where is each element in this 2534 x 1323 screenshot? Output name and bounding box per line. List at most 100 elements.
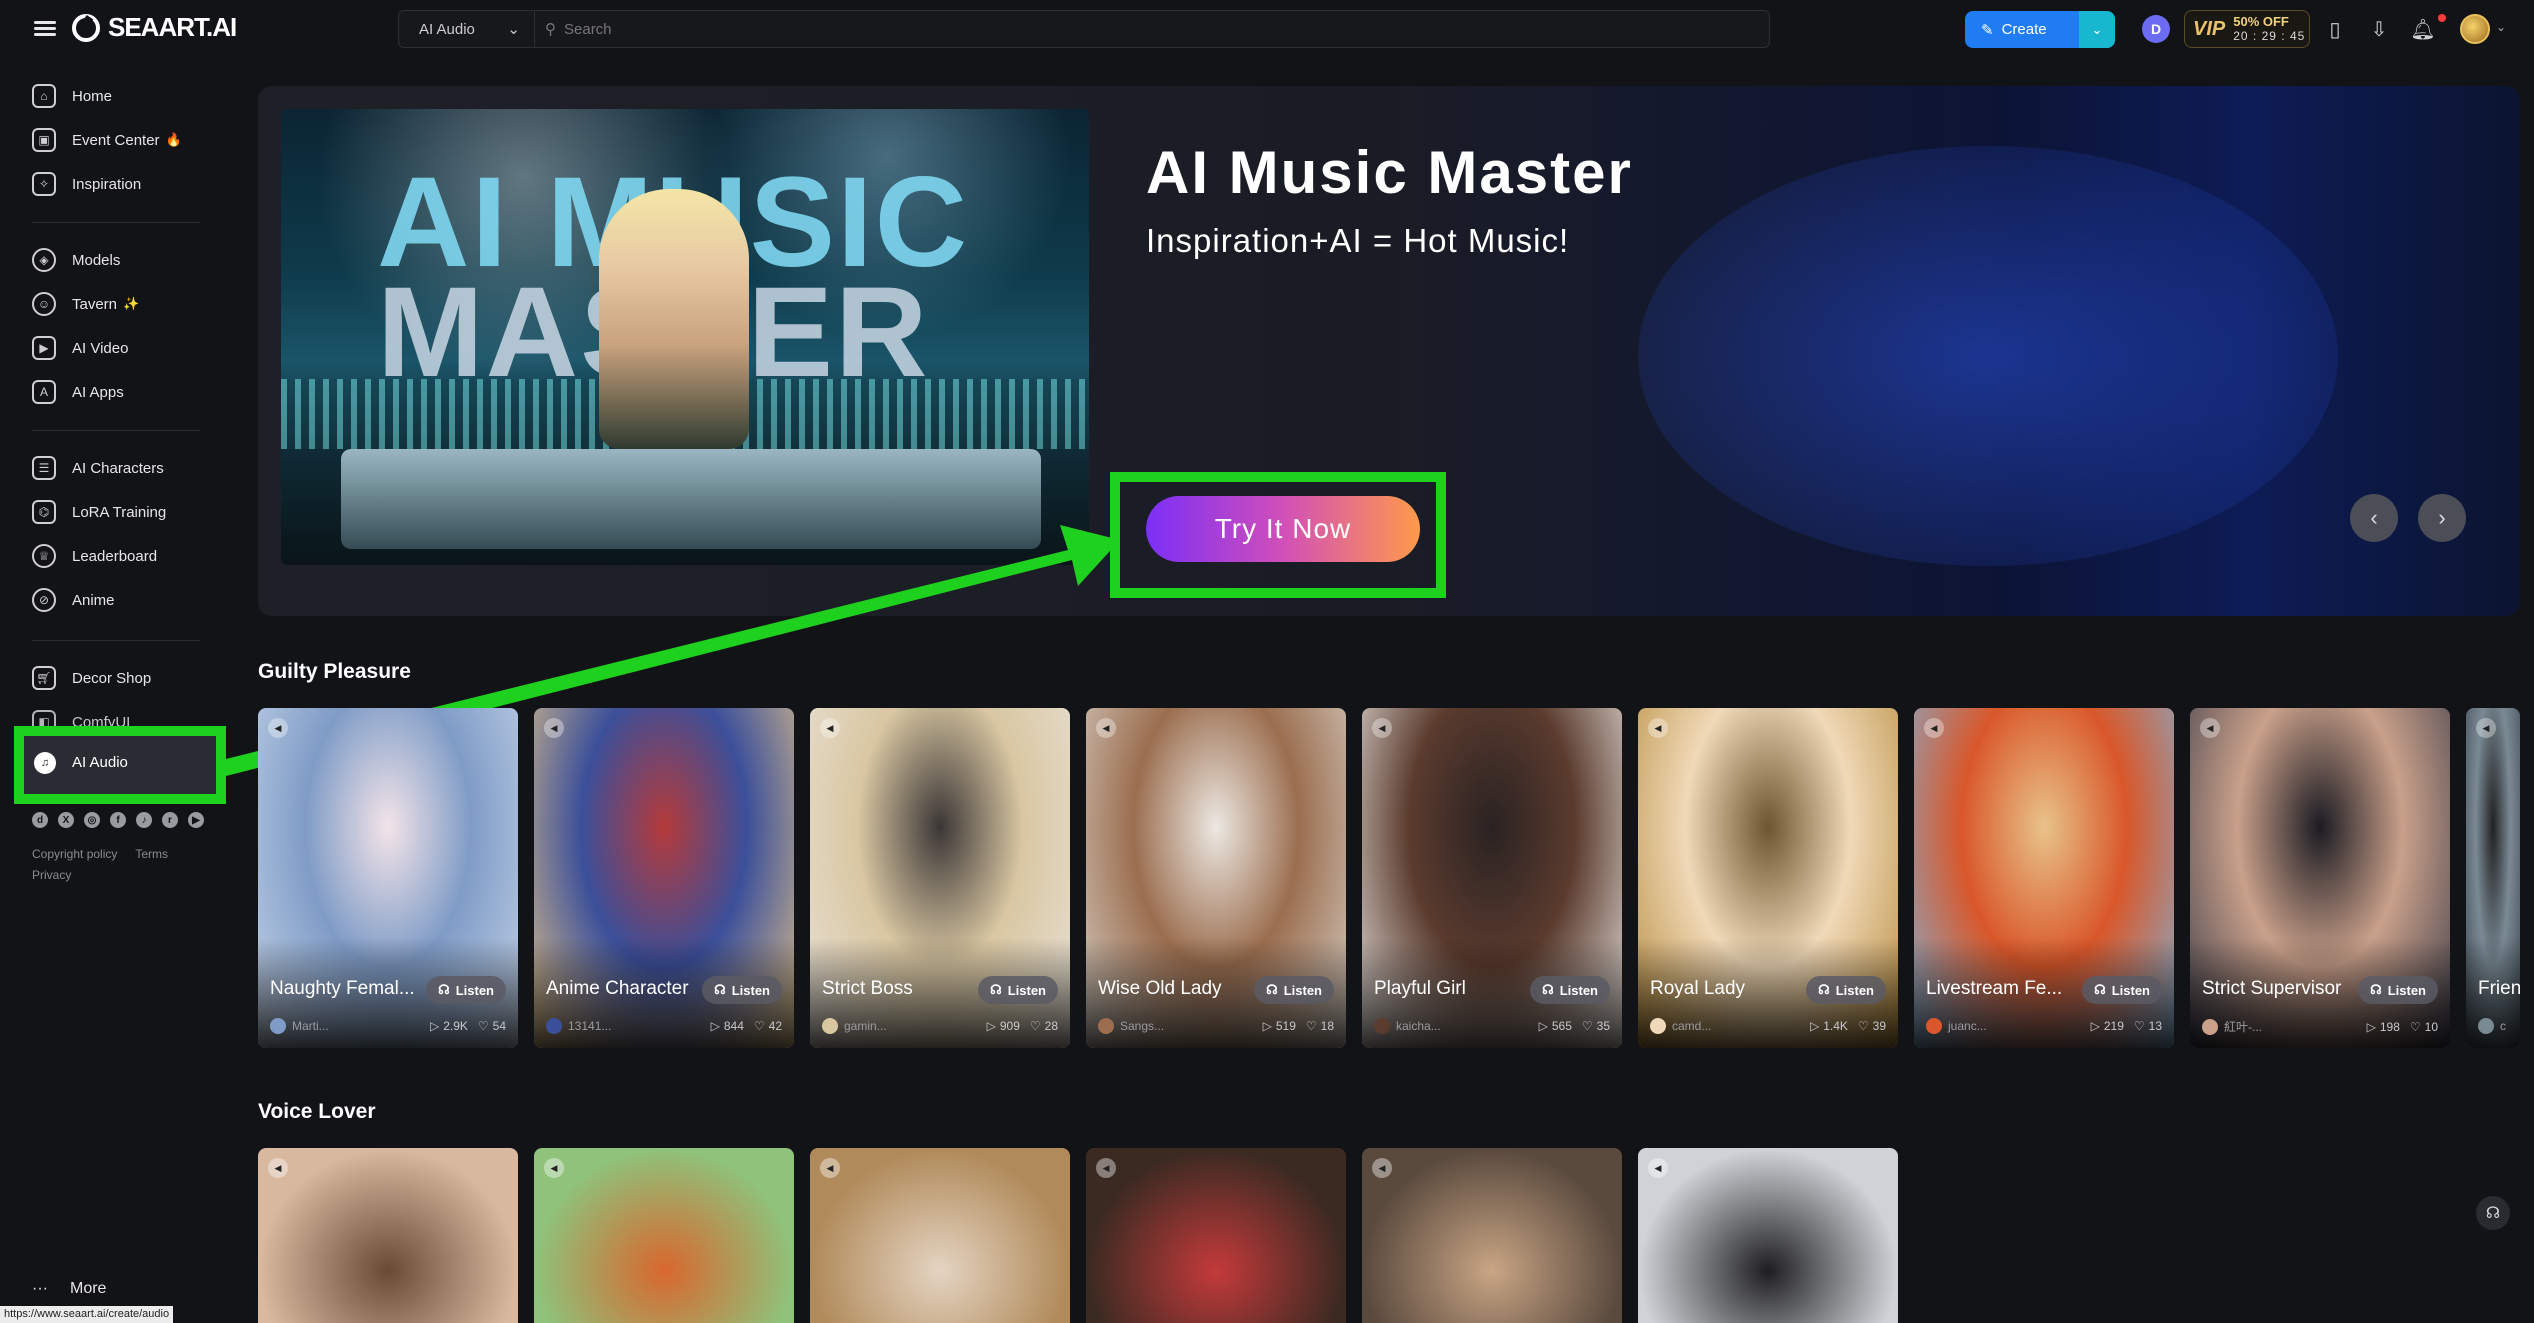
character-card[interactable]: ◀ Livestream Fe... ☊ Listen juanc... ▷ 219 ♡ 13 <box>1914 708 2174 1048</box>
card-meta: gamin... ▷ 909 ♡ 28 <box>822 1018 1058 1034</box>
play-icon: ▷ <box>710 1019 720 1033</box>
voice-card[interactable]: ◀ <box>1638 1148 1898 1323</box>
card-name: Wise Old Lady <box>1098 978 1222 999</box>
listen-button[interactable]: ☊ Listen <box>1806 976 1886 1004</box>
speaker-icon: ◀ <box>1372 718 1392 738</box>
voice-card[interactable]: ◀ <box>534 1148 794 1323</box>
speaker-icon: ◀ <box>268 1158 288 1178</box>
listen-label: Listen <box>1283 982 1322 998</box>
headphones-icon: ☊ <box>2370 982 2382 997</box>
card-author: Marti... <box>292 1019 329 1033</box>
listen-button[interactable]: ☊ Listen <box>2082 976 2162 1004</box>
heart-icon: ♡ <box>2133 1019 2145 1033</box>
like-count: 39 <box>1872 1019 1886 1033</box>
author-avatar <box>1098 1018 1114 1034</box>
like-count: 28 <box>1044 1019 1058 1033</box>
play-icon: ▷ <box>1809 1019 1820 1033</box>
speaker-icon: ◀ <box>2476 718 2496 738</box>
card-meta: kaicha... ▷ 565 ♡ 35 <box>1374 1018 1610 1034</box>
play-count: 1.4K <box>1823 1019 1848 1033</box>
support-icon[interactable]: ☊ <box>2476 1196 2510 1230</box>
play-icon: ▷ <box>1538 1019 1548 1033</box>
card-name: Royal Lady <box>1650 978 1746 999</box>
heart-icon: ♡ <box>1857 1019 1869 1033</box>
listen-label: Listen <box>1007 982 1046 998</box>
card-author: camd... <box>1672 1019 1712 1033</box>
section-title-voice-lover: Voice Lover <box>258 1100 376 1123</box>
listen-button[interactable]: ☊ Listen <box>702 976 782 1004</box>
headphones-icon: ☊ <box>438 982 450 997</box>
voice-card[interactable]: ◀ <box>258 1148 518 1323</box>
play-icon: ▷ <box>986 1019 996 1033</box>
character-card[interactable]: ◀ Naughty Femal... ☊ Listen Marti... ▷ 2.9K ♡ 54 <box>258 708 518 1048</box>
card-meta: camd... ▷ 1.4K ♡ 39 <box>1650 1018 1886 1034</box>
speaker-icon: ◀ <box>1648 718 1668 738</box>
play-icon: ▷ <box>2090 1019 2100 1033</box>
speaker-icon: ◀ <box>1924 718 1944 738</box>
headphones-icon: ☊ <box>1542 982 1554 997</box>
card-author: c <box>2500 1019 2506 1033</box>
card-author: 13141... <box>568 1019 612 1033</box>
headphones-icon: ☊ <box>990 982 1002 997</box>
play-icon: ▷ <box>1262 1019 1272 1033</box>
card-name: Anime Character <box>546 978 689 999</box>
like-count: 42 <box>768 1019 782 1033</box>
card-author: juanc... <box>1948 1019 1987 1033</box>
card-name: Strict Boss <box>822 978 913 999</box>
play-icon: ▷ <box>429 1019 440 1033</box>
voice-card[interactable]: ◀ <box>1362 1148 1622 1323</box>
heart-icon: ♡ <box>1305 1019 1317 1033</box>
play-count: 519 <box>1275 1019 1296 1033</box>
character-card[interactable]: ◀ Strict Supervisor ☊ Listen 紅叶-... ▷ 198 ♡ 10 <box>2190 708 2450 1048</box>
speaker-icon: ◀ <box>1372 1158 1392 1178</box>
card-meta: juanc... ▷ 219 ♡ 13 <box>1926 1018 2162 1034</box>
speaker-icon: ◀ <box>820 1158 840 1178</box>
character-card[interactable]: ◀ Royal Lady ☊ Listen camd... ▷ 1.4K ♡ 39 <box>1638 708 1898 1048</box>
headphones-icon: ☊ <box>2094 982 2106 997</box>
speaker-icon: ◀ <box>1096 1158 1116 1178</box>
speaker-icon: ◀ <box>268 718 288 738</box>
character-card[interactable]: ◀ Wise Old Lady ☊ Listen Sangs... ▷ 519 ♡ 18 <box>1086 708 1346 1048</box>
listen-label: Listen <box>2387 982 2426 998</box>
card-author: 紅叶-... <box>2224 1020 2262 1034</box>
character-card[interactable]: ◀ Playful Girl ☊ Listen kaicha... ▷ 565 ♡ 35 <box>1362 708 1622 1048</box>
card-meta: Marti... ▷ 2.9K ♡ 54 <box>270 1018 506 1034</box>
listen-button[interactable]: ☊ Listen <box>978 976 1058 1004</box>
author-avatar <box>1926 1018 1942 1034</box>
author-avatar <box>546 1018 562 1034</box>
play-count: 844 <box>723 1019 744 1033</box>
listen-label: Listen <box>1835 982 1874 998</box>
character-card[interactable]: ◀ Anime Character ☊ Listen 13141... ▷ 844 ♡ 42 <box>534 708 794 1048</box>
like-count: 18 <box>1320 1019 1334 1033</box>
play-count: 565 <box>1551 1019 1572 1033</box>
character-card[interactable]: ◀ Frien c <box>2466 708 2520 1048</box>
like-count: 10 <box>2424 1019 2438 1034</box>
status-bar-url: https://www.seaart.ai/create/audio <box>0 1306 174 1323</box>
voice-card[interactable]: ◀ <box>810 1148 1070 1323</box>
character-card[interactable]: ◀ Strict Boss ☊ Listen gamin... ▷ 909 ♡ 28 <box>810 708 1070 1048</box>
speaker-icon: ◀ <box>544 718 564 738</box>
voice-card[interactable]: ◀ <box>1086 1148 1346 1323</box>
listen-button[interactable]: ☊ Listen <box>1530 976 1610 1004</box>
card-name: Livestream Fe... <box>1926 978 2063 999</box>
author-avatar <box>1374 1018 1390 1034</box>
card-author: gamin... <box>844 1019 887 1033</box>
play-count: 2.9K <box>443 1019 468 1033</box>
speaker-icon: ◀ <box>820 718 840 738</box>
card-meta: 13141... ▷ 844 ♡ 42 <box>546 1018 782 1034</box>
headphones-icon: ☊ <box>1266 982 1278 997</box>
heart-icon: ♡ <box>477 1019 489 1033</box>
section-title-guilty-pleasure: Guilty Pleasure <box>258 660 411 683</box>
author-avatar <box>2478 1018 2494 1034</box>
headphones-icon: ☊ <box>714 982 726 997</box>
speaker-icon: ◀ <box>544 1158 564 1178</box>
listen-label: Listen <box>2111 982 2150 998</box>
app-root: SEAART.AI AI Audio ⌄ ⚲ ✎Create ⌄ D VIP 5… <box>0 0 2534 1323</box>
author-avatar <box>2202 1018 2218 1035</box>
listen-button[interactable]: ☊ Listen <box>1254 976 1334 1004</box>
listen-button[interactable]: ☊ Listen <box>426 976 506 1004</box>
like-count: 35 <box>1596 1019 1610 1033</box>
headphones-icon: ☊ <box>1818 982 1830 997</box>
play-icon: ▷ <box>2366 1019 2376 1034</box>
listen-button[interactable]: ☊ Listen <box>2358 976 2438 1004</box>
